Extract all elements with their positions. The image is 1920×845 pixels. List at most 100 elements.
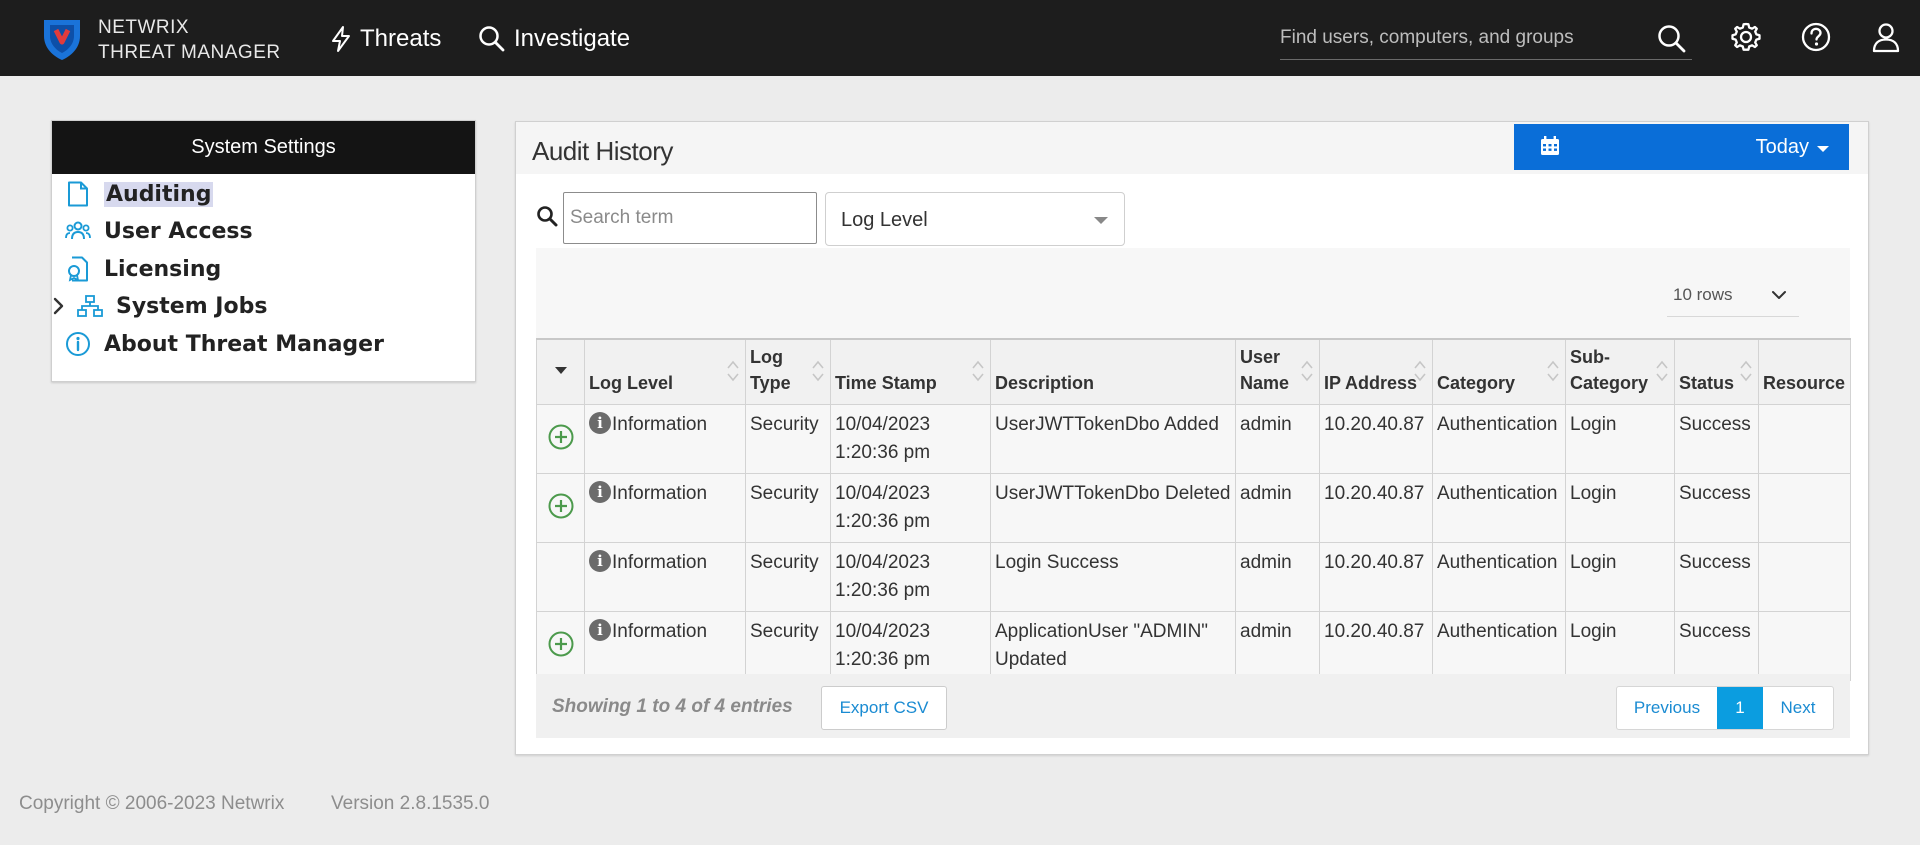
cell-ip-address: 10.20.40.87 — [1319, 473, 1433, 543]
audit-history-panel: Audit History Today Log Level 10 rows — [515, 121, 1869, 755]
column-header-log-type[interactable]: Log Type — [745, 338, 831, 405]
sort-icon — [1301, 360, 1313, 382]
global-search-input[interactable] — [1280, 18, 1640, 58]
caret-down-icon — [1094, 217, 1108, 224]
cell-description: ApplicationUser "ADMIN" Updated — [990, 611, 1236, 681]
previous-page-button[interactable]: Previous — [1617, 687, 1717, 729]
cell-log-type: Security — [745, 404, 831, 474]
column-header-sub-category[interactable]: Sub-Category — [1565, 338, 1675, 405]
expand-cell[interactable] — [536, 473, 585, 543]
cell-time-stamp: 10/04/2023 1:20:36 pm — [830, 611, 991, 681]
calendar-icon — [1541, 136, 1559, 155]
table-row[interactable]: i Information Security 10/04/2023 1:20:36 pm… — [536, 611, 1851, 681]
time-text: 1:20:36 pm — [835, 442, 931, 463]
log-level-select[interactable]: Log Level — [825, 192, 1125, 246]
cell-time-stamp: 10/04/2023 1:20:36 pm — [830, 404, 991, 474]
info-icon: i — [589, 412, 611, 434]
cell-log-type: Security — [745, 542, 831, 612]
log-level-text: Information — [612, 621, 708, 642]
log-level-text: Information — [612, 552, 708, 573]
column-header-user-name[interactable]: User Name — [1235, 338, 1320, 405]
column-header-resource[interactable]: Resource — [1758, 338, 1851, 405]
info-icon — [64, 330, 92, 358]
version-text: Version 2.8.1535.0 — [331, 793, 490, 814]
sort-icon — [1414, 360, 1426, 382]
column-header-label: Log Level — [589, 373, 674, 393]
cell-category: Authentication — [1432, 611, 1566, 681]
column-header-expand[interactable] — [536, 338, 585, 405]
date-range-label: Today — [1755, 136, 1809, 158]
column-header-label: Status — [1679, 373, 1735, 393]
cell-status: Success — [1674, 611, 1759, 681]
sort-icon — [1656, 360, 1668, 382]
date-text: 10/04/2023 — [835, 621, 931, 642]
license-icon — [64, 255, 92, 283]
column-header-category[interactable]: Category — [1432, 338, 1566, 405]
sidebar-item-user-access[interactable]: User Access — [64, 214, 253, 248]
table-row[interactable]: i Information Security 10/04/2023 1:20:36 pm… — [536, 404, 1851, 474]
expand-plus-icon[interactable] — [547, 492, 575, 520]
cell-log-type: Security — [745, 473, 831, 543]
sidebar-item-label: System Jobs — [116, 293, 268, 319]
cell-resource — [1758, 473, 1851, 543]
cell-time-stamp: 10/04/2023 1:20:36 pm — [830, 473, 991, 543]
column-header-log-level[interactable]: Log Level — [584, 338, 746, 405]
log-level-text: Information — [612, 414, 708, 435]
cell-description: Login Success — [990, 542, 1236, 612]
sidebar-item-auditing[interactable]: Auditing — [64, 177, 214, 211]
date-text: 10/04/2023 — [835, 483, 931, 504]
users-icon — [64, 217, 92, 245]
column-header-time-stamp[interactable]: Time Stamp — [830, 338, 991, 405]
log-level-select-value: Log Level — [841, 209, 928, 231]
cell-user-name: admin — [1235, 404, 1320, 474]
column-header-label: Category — [1437, 373, 1516, 393]
column-header-label: Log Type — [750, 347, 791, 393]
user-profile-icon[interactable] — [1869, 20, 1903, 54]
sidebar-item-label: Licensing — [104, 256, 222, 282]
export-csv-button[interactable]: Export CSV — [821, 686, 947, 730]
cell-ip-address: 10.20.40.87 — [1319, 404, 1433, 474]
brand-name: NETWRIX THREAT MANAGER — [98, 15, 281, 65]
cell-user-name: admin — [1235, 473, 1320, 543]
cell-resource — [1758, 542, 1851, 612]
cell-status: Success — [1674, 542, 1759, 612]
page-1-button[interactable]: 1 — [1717, 687, 1763, 729]
sidebar-item-system-jobs[interactable]: System Jobs — [76, 289, 267, 323]
cell-status: Success — [1674, 404, 1759, 474]
cell-status: Success — [1674, 473, 1759, 543]
netwrix-logo-icon[interactable] — [38, 14, 86, 62]
expand-cell[interactable] — [536, 611, 585, 681]
expand-cell — [536, 542, 585, 612]
expand-plus-icon[interactable] — [547, 630, 575, 658]
date-text: 10/04/2023 — [835, 414, 931, 435]
sidebar-item-licensing[interactable]: Licensing — [64, 252, 221, 286]
sidebar-item-label: About Threat Manager — [104, 331, 384, 357]
nav-threats[interactable]: Threats — [330, 22, 441, 56]
column-header-label: Time Stamp — [835, 373, 937, 393]
cell-category: Authentication — [1432, 473, 1566, 543]
help-icon[interactable] — [1799, 20, 1833, 54]
column-header-label: IP Address — [1324, 373, 1418, 393]
expand-cell[interactable] — [536, 404, 585, 474]
table-header-row: Log Level Log Type Time Stamp Descriptio… — [536, 338, 1851, 405]
chevron-right-icon[interactable] — [52, 296, 66, 316]
search-icon[interactable] — [1656, 23, 1688, 55]
rows-per-page-select[interactable]: 10 rows — [1667, 273, 1799, 317]
cell-description: UserJWTTokenDbo Added — [990, 404, 1236, 474]
next-page-button[interactable]: Next — [1763, 687, 1833, 729]
gear-icon[interactable] — [1729, 20, 1763, 54]
search-term-input[interactable] — [563, 192, 817, 244]
column-header-ip-address[interactable]: IP Address — [1319, 338, 1433, 405]
column-header-status[interactable]: Status — [1674, 338, 1759, 405]
sidebar-item-about[interactable]: About Threat Manager — [64, 327, 384, 361]
column-header-label: Sub-Category — [1570, 347, 1649, 393]
table-row[interactable]: i Information Security 10/04/2023 1:20:36 pm… — [536, 542, 1851, 612]
magnifier-icon — [479, 26, 505, 52]
expand-plus-icon[interactable] — [547, 423, 575, 451]
nav-investigate[interactable]: Investigate — [478, 22, 630, 56]
brand-line-1: NETWRIX — [98, 17, 190, 38]
table-row[interactable]: i Information Security 10/04/2023 1:20:36 pm… — [536, 473, 1851, 543]
cell-log-level: i Information — [584, 473, 746, 543]
date-range-dropdown[interactable]: Today — [1514, 124, 1849, 170]
column-header-description[interactable]: Description — [990, 338, 1236, 405]
